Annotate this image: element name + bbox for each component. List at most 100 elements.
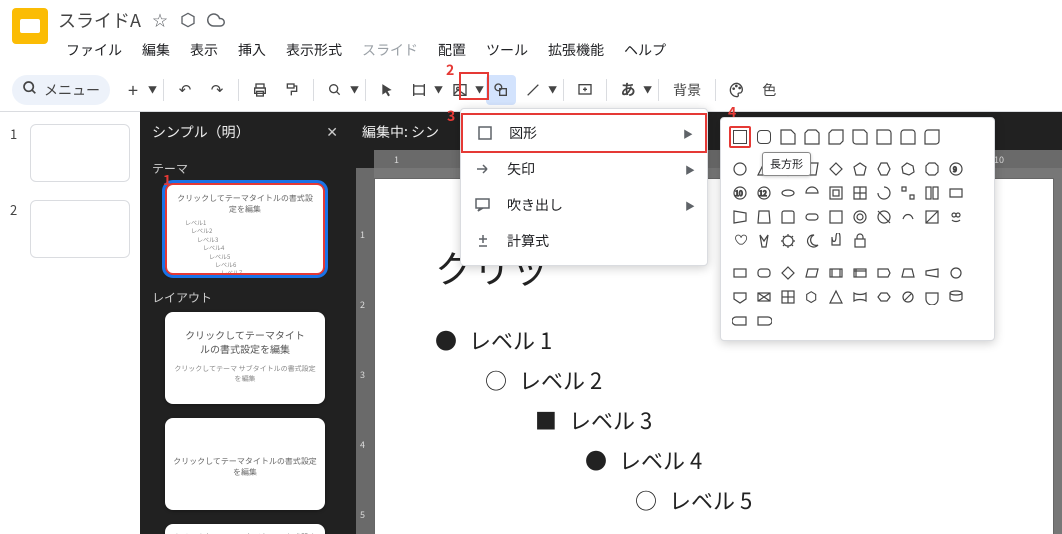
shape-submenu-callouts[interactable]: 吹き出し ▶ [461, 187, 707, 223]
menu-file[interactable]: ファイル [58, 36, 130, 64]
paint-format-button[interactable] [277, 75, 307, 105]
shape-snip-round[interactable] [849, 126, 871, 148]
textbox-dropdown[interactable]: ▼ [434, 83, 443, 96]
shape-cell[interactable] [849, 206, 871, 228]
layout-card[interactable]: クリックしてテーマタイトルの書式設定を編集 [165, 524, 325, 534]
shape-cell[interactable] [777, 262, 799, 284]
shape-cell[interactable] [777, 206, 799, 228]
image-dropdown[interactable]: ▼ [475, 83, 484, 96]
shape-cell[interactable] [849, 286, 871, 308]
menu-insert[interactable]: 挿入 [230, 36, 274, 64]
shape-cell[interactable] [849, 158, 871, 180]
layout-card[interactable]: クリックしてテーマタイトルの書式設定を編集 [165, 418, 325, 510]
shape-cell[interactable]: 9 [945, 158, 967, 180]
list-item[interactable]: ○レベル 5 [635, 484, 1013, 516]
toolbar-search[interactable]: メニュー [12, 75, 110, 105]
shape-cell[interactable] [777, 230, 799, 252]
shape-submenu-arrows[interactable]: 矢印 ▶ [461, 151, 707, 187]
shape-round-one[interactable] [873, 126, 895, 148]
shape-cell[interactable] [777, 182, 799, 204]
shape-cell[interactable] [873, 206, 895, 228]
menu-tools[interactable]: ツール [478, 36, 536, 64]
shape-cell[interactable] [753, 262, 775, 284]
new-slide-dropdown[interactable]: ▼ [148, 83, 157, 96]
list-item[interactable]: ●レベル 4 [585, 444, 1013, 476]
shape-submenu-shapes[interactable]: 図形 ▶ [461, 113, 707, 153]
shape-cell[interactable] [921, 158, 943, 180]
comment-button[interactable] [570, 75, 600, 105]
shape-cell[interactable] [873, 182, 895, 204]
new-slide-button[interactable]: + [118, 75, 148, 105]
menu-view[interactable]: 表示 [182, 36, 226, 64]
menu-help[interactable]: ヘルプ [616, 36, 674, 64]
input-button[interactable]: あ [613, 75, 643, 105]
move-icon[interactable] [179, 11, 197, 29]
shape-cell[interactable] [777, 286, 799, 308]
shape-rectangle[interactable] [729, 126, 751, 148]
shape-cell[interactable] [825, 182, 847, 204]
slide-thumbnail[interactable] [30, 124, 130, 182]
select-tool[interactable] [372, 75, 402, 105]
menu-extensions[interactable]: 拡張機能 [540, 36, 612, 64]
shape-cell[interactable] [825, 286, 847, 308]
shape-cell[interactable] [825, 206, 847, 228]
shape-cell[interactable] [945, 206, 967, 228]
undo-button[interactable]: ↶ [170, 75, 200, 105]
shape-cell[interactable] [729, 262, 751, 284]
shape-snip-corner[interactable] [777, 126, 799, 148]
shape-cell[interactable] [801, 182, 823, 204]
shape-cell[interactable] [801, 230, 823, 252]
shape-submenu-equation[interactable]: 計算式 [461, 223, 707, 259]
shape-cell[interactable] [897, 262, 919, 284]
line-dropdown[interactable]: ▼ [548, 83, 557, 96]
color-button[interactable]: 色 [754, 75, 784, 105]
line-button[interactable] [518, 75, 548, 105]
list-item[interactable]: ■レベル 3 [535, 404, 1013, 436]
shape-cell[interactable] [753, 230, 775, 252]
shape-cell[interactable] [897, 158, 919, 180]
shape-cell[interactable] [921, 206, 943, 228]
app-logo[interactable] [12, 8, 48, 44]
shape-cell[interactable] [729, 158, 751, 180]
shape-cell[interactable] [729, 310, 751, 332]
shape-cell[interactable] [825, 230, 847, 252]
shape-snip-diag[interactable] [825, 126, 847, 148]
shape-cell[interactable]: 10 [729, 182, 751, 204]
theme-card-selected[interactable]: クリックしてテーマタイトルの書式設定を編集 レベル1 レベル2 レベル3 レベル… [165, 183, 325, 275]
shape-round-two-diag[interactable] [921, 126, 943, 148]
shape-cell[interactable] [921, 182, 943, 204]
shape-cell[interactable] [897, 182, 919, 204]
shape-cell[interactable] [945, 182, 967, 204]
cloud-icon[interactable] [207, 11, 225, 29]
shape-cell[interactable] [825, 158, 847, 180]
shape-cell[interactable] [921, 286, 943, 308]
shape-cell[interactable] [729, 206, 751, 228]
shape-cell[interactable] [729, 230, 751, 252]
shape-cell[interactable] [801, 206, 823, 228]
shape-snip-two[interactable] [801, 126, 823, 148]
background-button[interactable]: 背景 [665, 75, 709, 105]
shape-round-two-same[interactable] [897, 126, 919, 148]
shape-cell[interactable] [753, 310, 775, 332]
shape-cell[interactable] [945, 262, 967, 284]
redo-button[interactable]: ↷ [202, 75, 232, 105]
list-item[interactable]: ○レベル 2 [485, 364, 1013, 396]
slide-thumb-row[interactable]: 1 [10, 124, 130, 182]
shape-button[interactable] [486, 75, 516, 105]
shape-cell[interactable] [849, 262, 871, 284]
shape-cell[interactable] [873, 286, 895, 308]
shape-cell[interactable] [825, 262, 847, 284]
shape-cell[interactable] [753, 206, 775, 228]
menu-format[interactable]: 表示形式 [278, 36, 350, 64]
input-dropdown[interactable]: ▼ [643, 83, 652, 96]
shape-cell[interactable] [945, 286, 967, 308]
shape-cell[interactable]: 12 [753, 182, 775, 204]
doc-title[interactable]: スライドA [58, 7, 141, 33]
slide-thumb-row[interactable]: 2 [10, 200, 130, 258]
shape-cell[interactable] [849, 230, 871, 252]
shape-cell[interactable] [873, 262, 895, 284]
shape-cell[interactable] [897, 206, 919, 228]
palette-icon[interactable] [722, 75, 752, 105]
shape-rounded-rect[interactable] [753, 126, 775, 148]
zoom-dropdown[interactable]: ▼ [350, 83, 359, 96]
